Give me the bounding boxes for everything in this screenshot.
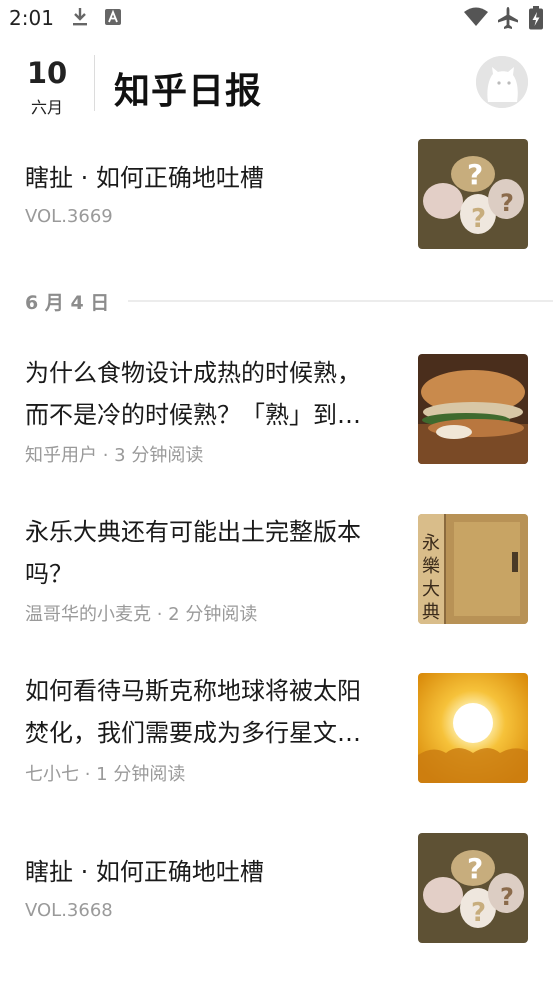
story-title-line: 如何看待马斯克称地球将被太阳: [25, 677, 361, 705]
user-avatar-icon: [476, 56, 528, 108]
svg-text:?: ?: [467, 158, 483, 191]
svg-text:?: ?: [500, 883, 514, 911]
svg-text:大: 大: [422, 579, 440, 600]
story-thumbnail: 永 樂 大 典: [418, 514, 528, 624]
story-title: 瞎扯 · 如何正确地吐槽: [25, 164, 264, 192]
status-time: 2:01: [9, 6, 54, 30]
wifi-icon: [463, 6, 489, 32]
story-title-line: 为什么食物设计成热的时候熟，: [25, 359, 361, 387]
story-title-line: 焚化，我们需要成为多行星文…: [25, 719, 361, 747]
svg-text:樂: 樂: [422, 556, 440, 577]
story-thumbnail: ? ? ?: [418, 833, 528, 943]
avatar[interactable]: [476, 56, 528, 108]
section-date-label: 6 月 4 日: [25, 292, 110, 314]
battery-charging-icon: [528, 6, 544, 34]
story-title-line: 而不是冷的时候熟？「熟」到…: [25, 401, 361, 429]
story-thumbnail: ? ? ?: [418, 139, 528, 249]
svg-text:永: 永: [422, 533, 440, 554]
status-bar: 2:01: [0, 0, 553, 36]
story-meta: VOL.3669: [25, 206, 113, 227]
svg-text:?: ?: [471, 204, 486, 234]
download-icon: [70, 6, 90, 32]
story-meta: VOL.3668: [25, 900, 113, 921]
story-title: 如何看待马斯克称地球将被太阳 焚化，我们需要成为多行星文…: [25, 670, 400, 754]
header-divider: [94, 55, 95, 111]
svg-text:典: 典: [422, 602, 440, 623]
story-title-line: 瞎扯 · 如何正确地吐槽: [25, 858, 264, 886]
app-title: 知乎日报: [114, 71, 263, 112]
airplane-mode-icon: [496, 6, 520, 34]
header: 10 六月 知乎日报: [0, 50, 553, 120]
story-title: 永乐大典还有可能出土完整版本 吗？: [25, 511, 400, 595]
story-thumbnail: [418, 673, 528, 783]
story-meta: 七小七 · 1 分钟阅读: [25, 764, 186, 785]
svg-text:?: ?: [500, 189, 514, 217]
story-meta: 温哥华的小麦克 · 2 分钟阅读: [25, 604, 258, 625]
story-title: 瞎扯 · 如何正确地吐槽: [25, 851, 400, 893]
story-meta: 知乎用户 · 3 分钟阅读: [25, 445, 204, 466]
svg-text:?: ?: [471, 898, 486, 928]
date-month: 六月: [30, 98, 63, 117]
story-title-line: 永乐大典还有可能出土完整版本: [25, 518, 361, 546]
story-title: 为什么食物设计成热的时候熟， 而不是冷的时候熟？「熟」到…: [25, 352, 400, 436]
svg-text:?: ?: [467, 852, 483, 885]
section-divider: [128, 300, 553, 302]
story-title-line: 吗？: [25, 560, 73, 588]
date-day: 10: [26, 56, 68, 90]
font-a-icon: [104, 6, 122, 32]
story-thumbnail: [418, 354, 528, 464]
